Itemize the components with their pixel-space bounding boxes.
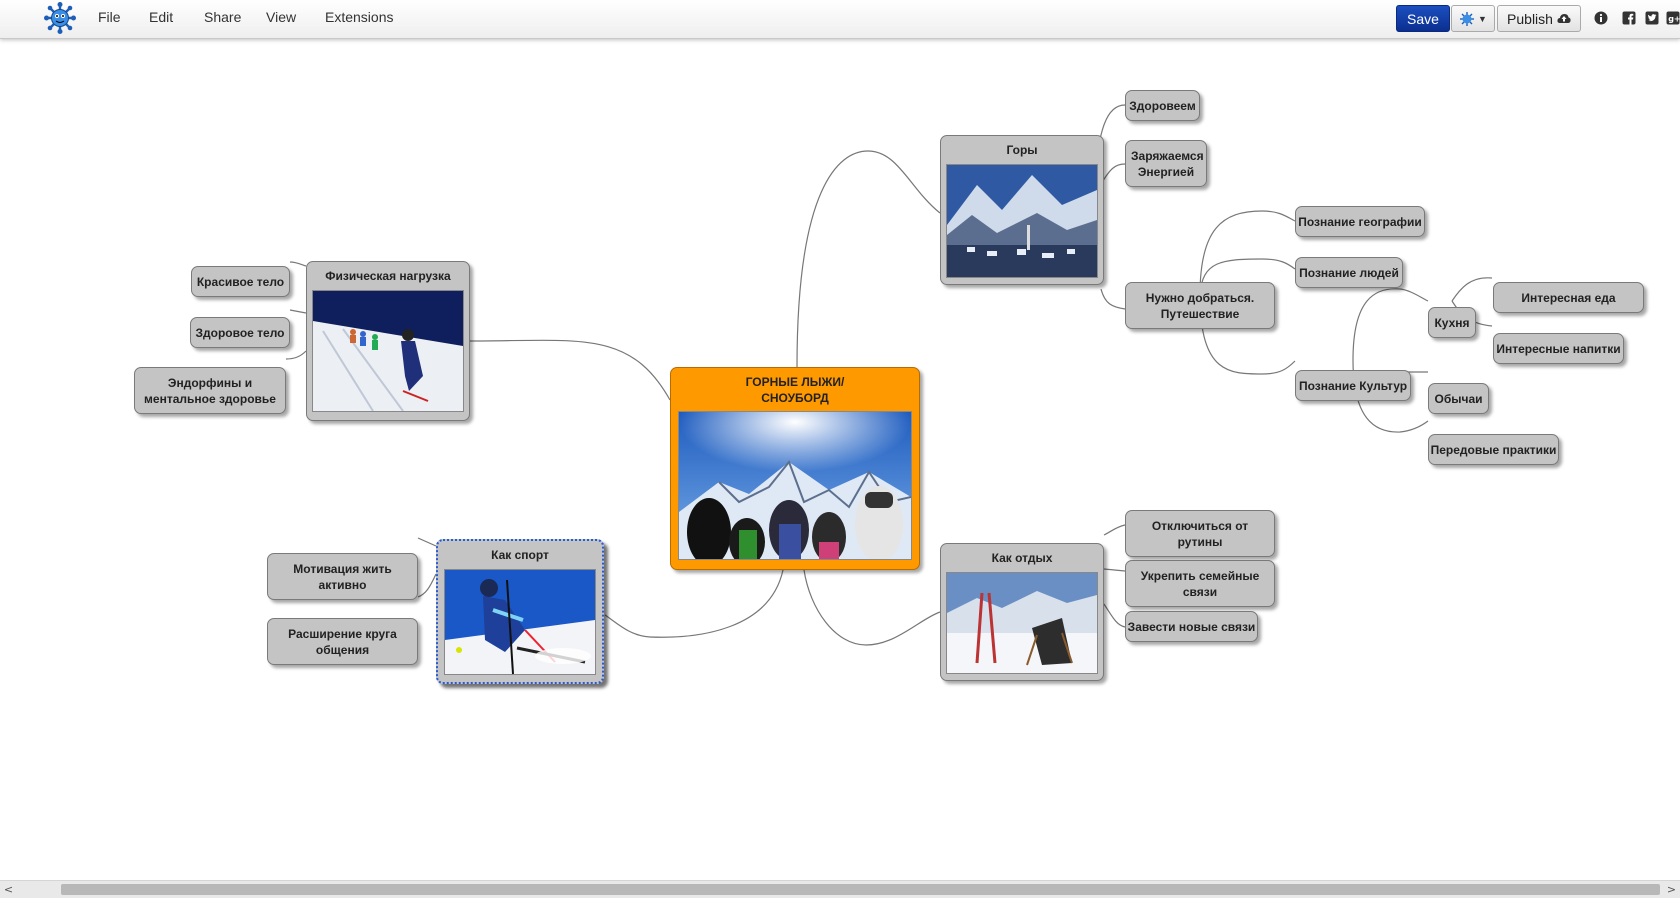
svg-text:g+: g+: [1668, 15, 1680, 24]
menu-file[interactable]: File: [98, 9, 121, 25]
publish-button-label: Publish: [1507, 10, 1553, 27]
node-gory[interactable]: Горы: [940, 135, 1104, 285]
node-poznanie-kultur-label: Познание Культур: [1298, 378, 1408, 393]
mindmup-logo-icon[interactable]: [44, 2, 76, 34]
node-zaryazhaemsya[interactable]: Заряжаемся Энергией: [1125, 140, 1207, 187]
node-kuhnya-label: Кухня: [1434, 315, 1470, 330]
node-interesnye-napitki-label: Интересные напитки: [1496, 341, 1621, 356]
snowboarders-image: [678, 411, 912, 560]
scrollbar-thumb[interactable]: [61, 884, 1660, 895]
node-obychai[interactable]: Обычаи: [1428, 383, 1489, 414]
node-rasshirenie-label: Расширение круга общения: [288, 626, 397, 657]
node-peredovye-praktiki[interactable]: Передовые практики: [1428, 434, 1559, 465]
node-kak-sport-label: Как спорт: [491, 548, 549, 562]
node-kuhnya[interactable]: Кухня: [1428, 307, 1476, 338]
toolbar: File Edit Share View Extensions Save ▼ P…: [0, 0, 1680, 39]
menu-share[interactable]: Share: [204, 9, 241, 25]
map-theme-icon: [1460, 11, 1475, 26]
info-icon[interactable]: [1594, 11, 1608, 25]
cloud-upload-icon: [1557, 14, 1571, 23]
scroll-right-icon[interactable]: >: [1663, 881, 1680, 898]
node-zdoroveem[interactable]: Здоровеем: [1125, 90, 1200, 121]
node-otklyuchitsya[interactable]: Отключиться от рутины: [1125, 510, 1275, 557]
node-poznanie-lyudey-label: Познание людей: [1299, 265, 1399, 280]
node-krasivoe-telo-label: Красивое тело: [196, 274, 285, 289]
twitter-icon[interactable]: [1645, 11, 1659, 25]
central-node[interactable]: ГОРНЫЕ ЛЫЖИ/ СНОУБОРД: [670, 367, 920, 570]
node-kak-sport[interactable]: Как спорт: [436, 539, 604, 684]
node-otklyuchitsya-label: Отключиться от рутины: [1151, 518, 1249, 549]
node-poznanie-geografii[interactable]: Познание географии: [1295, 206, 1425, 237]
node-zavesti[interactable]: Завести новые связи: [1125, 611, 1258, 642]
node-zavesti-label: Завести новые связи: [1127, 619, 1256, 634]
publish-button[interactable]: Publish: [1497, 5, 1581, 32]
skiers-slope-image: [312, 290, 464, 412]
theme-dropdown-button[interactable]: ▼: [1451, 5, 1495, 32]
node-nuzhno-dobratsya[interactable]: Нужно добраться. Путешествие: [1125, 282, 1275, 329]
menu-extensions[interactable]: Extensions: [325, 9, 393, 25]
node-kak-otdyh[interactable]: Как отдых: [940, 543, 1104, 681]
node-zdorovoe-telo-label: Здоровое тело: [195, 325, 285, 340]
node-motivaciya[interactable]: Мотивация жить активно: [267, 553, 418, 600]
node-ukrepit[interactable]: Укрепить семейные связи: [1125, 560, 1275, 607]
slalom-skier-image: [444, 569, 596, 675]
node-kak-otdyh-label: Как отдых: [991, 551, 1053, 565]
node-interesnye-napitki[interactable]: Интересные напитки: [1493, 333, 1624, 364]
node-endorfiny-label: Эндорфины и ментальное здоровье: [144, 375, 276, 406]
node-zdoroveem-label: Здоровеем: [1129, 98, 1196, 113]
node-endorfiny[interactable]: Эндорфины и ментальное здоровье: [134, 367, 286, 414]
chevron-down-icon: ▼: [1478, 13, 1487, 24]
deckchair-snow-image: [946, 572, 1098, 674]
node-peredovye-praktiki-label: Передовые практики: [1430, 442, 1557, 457]
node-fizicheskaya-nagruzka[interactable]: Физическая нагрузка: [306, 261, 470, 421]
node-poznanie-lyudey[interactable]: Познание людей: [1295, 257, 1403, 288]
scroll-left-icon[interactable]: <: [0, 881, 17, 898]
node-interesnaya-eda-label: Интересная еда: [1521, 290, 1616, 305]
node-ukrepit-label: Укрепить семейные связи: [1140, 568, 1260, 599]
central-node-label: ГОРНЫЕ ЛЫЖИ/ СНОУБОРД: [745, 375, 845, 405]
node-zaryazhaemsya-label: Заряжаемся Энергией: [1131, 148, 1204, 179]
node-fizicheskaya-nagruzka-label: Физическая нагрузка: [325, 269, 451, 283]
node-krasivoe-telo[interactable]: Красивое тело: [191, 266, 290, 297]
node-rasshirenie[interactable]: Расширение круга общения: [267, 618, 418, 665]
save-button[interactable]: Save: [1396, 5, 1450, 32]
node-motivaciya-label: Мотивация жить активно: [293, 561, 392, 592]
save-button-label: Save: [1407, 10, 1439, 27]
mountain-village-image: [946, 164, 1098, 278]
node-zdorovoe-telo[interactable]: Здоровое тело: [190, 317, 290, 348]
mindmap-canvas[interactable]: ГОРНЫЕ ЛЫЖИ/ СНОУБОРД Горы Здоровеем Зар…: [0, 39, 1680, 879]
node-poznanie-kultur[interactable]: Познание Культур: [1295, 370, 1411, 401]
node-interesnaya-eda[interactable]: Интересная еда: [1493, 282, 1644, 313]
node-poznanie-geografii-label: Познание географии: [1298, 214, 1422, 229]
menu-edit[interactable]: Edit: [149, 9, 173, 25]
menu-view[interactable]: View: [266, 9, 296, 25]
google-plus-icon[interactable]: g+: [1666, 11, 1680, 25]
facebook-icon[interactable]: [1622, 11, 1636, 25]
node-gory-label: Горы: [1006, 143, 1038, 157]
horizontal-scrollbar[interactable]: < >: [0, 880, 1680, 898]
node-nuzhno-dobratsya-label: Нужно добраться. Путешествие: [1145, 290, 1255, 321]
node-obychai-label: Обычаи: [1434, 391, 1483, 406]
